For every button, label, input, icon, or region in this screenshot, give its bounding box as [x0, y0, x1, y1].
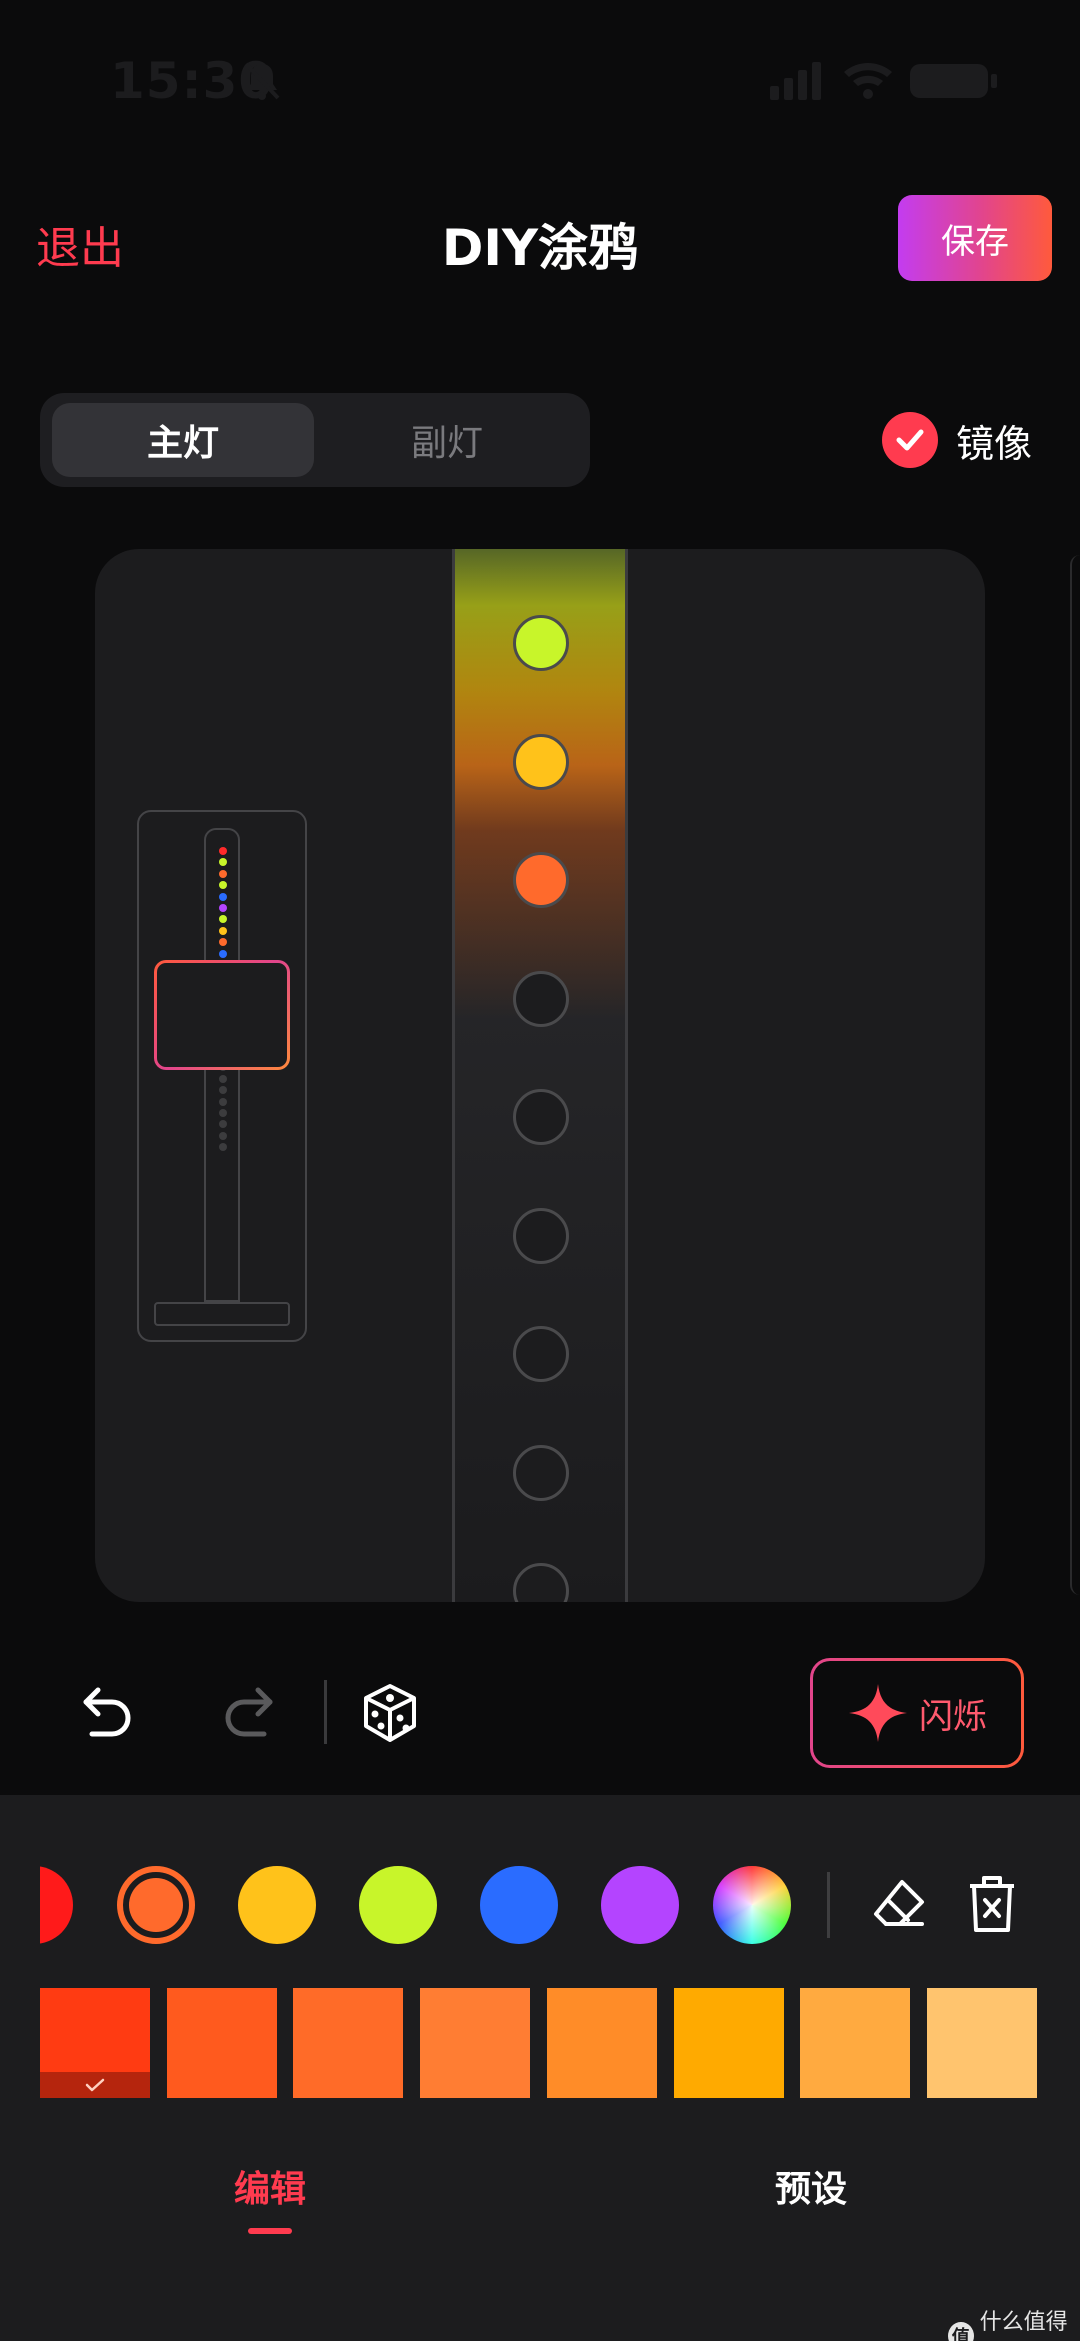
battery-icon: [910, 64, 997, 98]
flash-label: 闪烁: [919, 1696, 987, 1737]
led-cell[interactable]: [513, 1207, 569, 1264]
selected-swatch-fill: [129, 1878, 183, 1932]
thumbnail-led-dot: [219, 1086, 227, 1095]
shade-swatch[interactable]: [166, 1988, 277, 2098]
led-cell[interactable]: [513, 1089, 569, 1145]
tab-sub-light[interactable]: 副灯: [316, 403, 578, 477]
led-cell[interactable]: [513, 852, 569, 908]
thumbnail-led-dot: [219, 1097, 227, 1106]
led-cell[interactable]: [513, 1563, 569, 1602]
watermark: 值 什么值得买: [948, 2304, 1080, 2341]
save-button[interactable]: 保存: [898, 195, 1052, 281]
thumbnail-led-dot: [219, 903, 227, 912]
thumbnail-led-dot: [219, 915, 227, 924]
dice-icon[interactable]: [360, 1682, 420, 1744]
color-swatch[interactable]: [238, 1866, 316, 1944]
thumbnail-led-dot: [219, 892, 227, 901]
color-swatch[interactable]: [359, 1866, 437, 1944]
mirror-toggle[interactable]: 镜像: [882, 412, 1032, 468]
thumbnail-led-dot: [219, 858, 227, 867]
color-swatch[interactable]: [480, 1866, 558, 1944]
color-swatch[interactable]: [117, 1866, 195, 1944]
thumbnail-base: [154, 1302, 290, 1326]
color-wheel-swatch[interactable]: [713, 1866, 791, 1944]
sparkle-icon: [849, 1684, 907, 1742]
led-cell[interactable]: [513, 1326, 569, 1382]
thumbnail-led-dot: [219, 847, 227, 855]
thumbnail-led-dot: [219, 881, 227, 890]
shade-swatch[interactable]: [926, 1988, 1037, 2098]
mirror-label: 镜像: [956, 421, 1033, 466]
thumbnail-led-dot: [219, 949, 227, 958]
watermark-logo: 值: [948, 2322, 974, 2341]
tab-preset[interactable]: 预设: [775, 2160, 847, 2212]
active-tab-indicator: [248, 2228, 292, 2234]
tab-main-light[interactable]: 主灯: [52, 403, 314, 477]
thumbnail-viewport-window[interactable]: [154, 960, 290, 1070]
shade-swatch[interactable]: [40, 1988, 150, 2098]
led-cell[interactable]: [513, 733, 569, 790]
next-panel-edge: [1070, 555, 1080, 1595]
thumbnail-led-dot: [219, 1143, 227, 1152]
color-swatch[interactable]: [601, 1866, 679, 1944]
thumbnail-led-dot: [219, 1120, 227, 1129]
bell-off-icon: [244, 62, 280, 100]
shade-swatch[interactable]: [800, 1988, 911, 2098]
shade-swatch[interactable]: [673, 1988, 784, 2098]
flash-button[interactable]: 闪烁: [810, 1658, 1024, 1768]
clear-all-icon[interactable]: [966, 1874, 1018, 1934]
thumbnail-led-dot: [219, 1074, 227, 1083]
led-cell[interactable]: [513, 615, 569, 671]
undo-icon[interactable]: [80, 1684, 136, 1742]
thumbnail-led-dot: [219, 1108, 227, 1117]
led-strip: [452, 549, 628, 1602]
shade-swatch[interactable]: [293, 1988, 404, 2098]
led-cell[interactable]: [513, 1444, 569, 1501]
eraser-icon[interactable]: [872, 1876, 926, 1934]
led-cell[interactable]: [513, 970, 569, 1027]
thumbnail-led-dot: [219, 938, 227, 947]
thumbnail-led-dot: [219, 926, 227, 935]
tab-edit[interactable]: 编辑: [234, 2160, 306, 2212]
watermark-text: 什么值得买: [979, 2310, 1068, 2335]
light-segmented-control: 主灯 副灯: [40, 393, 590, 487]
shade-swatch[interactable]: [546, 1988, 657, 2098]
palette-divider: [827, 1872, 830, 1938]
toolbar-divider: [324, 1680, 327, 1744]
wifi-icon: [844, 63, 892, 99]
checkmark-icon: [40, 2072, 150, 2098]
shade-swatch[interactable]: [420, 1988, 531, 2098]
thumbnail-led-dot: [219, 869, 227, 878]
status-icons: [770, 62, 997, 100]
checkmark-icon: [882, 412, 938, 468]
redo-icon[interactable]: [220, 1684, 276, 1742]
signal-icon: [770, 62, 821, 100]
thumbnail-led-dot: [219, 1131, 227, 1140]
